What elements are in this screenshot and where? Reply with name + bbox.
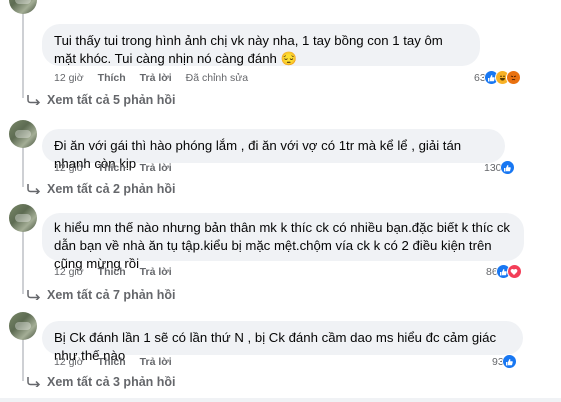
avatar[interactable] bbox=[9, 120, 37, 148]
comment-bubble: k hiểu mn thế nào nhưng bản thân mk k th… bbox=[42, 213, 524, 271]
view-replies-label: Xem tất cả 3 phản hồi bbox=[47, 375, 176, 389]
view-replies-label: Xem tất cả 5 phản hồi bbox=[47, 93, 176, 107]
thread-line bbox=[22, 0, 24, 98]
avatar[interactable] bbox=[9, 0, 37, 14]
reply-button[interactable]: Trả lời bbox=[140, 72, 172, 84]
like-button[interactable]: Thích bbox=[98, 72, 126, 84]
thread-line bbox=[22, 336, 24, 381]
view-replies-link[interactable]: Xem tất cả 3 phản hồi bbox=[27, 375, 176, 389]
comment-actions: 12 giờ Thích Trả lời bbox=[54, 356, 172, 368]
reaction-count: 130 bbox=[484, 161, 502, 174]
thread-line bbox=[22, 145, 24, 187]
comment-bubble: Tui thấy tui trong hình ảnh chị vk này n… bbox=[42, 24, 480, 66]
comment-timestamp[interactable]: 12 giờ bbox=[54, 162, 84, 174]
reaction-summary[interactable]: 130 bbox=[484, 160, 515, 175]
view-replies-link[interactable]: Xem tất cả 2 phản hồi bbox=[27, 182, 176, 196]
reply-arrow-icon bbox=[27, 290, 41, 300]
comment-bubble: Bị Ck đánh lần 1 sẽ có lần thứ N , bị Ck… bbox=[42, 321, 523, 363]
avatar[interactable] bbox=[9, 204, 37, 232]
like-icon bbox=[499, 160, 515, 175]
view-replies-link[interactable]: Xem tất cả 5 phản hồi bbox=[27, 93, 176, 107]
angry-icon bbox=[505, 70, 521, 85]
comment-bubble: Đi ăn với gái thì hào phóng lắm , đi ăn … bbox=[42, 129, 505, 171]
thread-line bbox=[22, 228, 24, 294]
comment-timestamp[interactable]: 12 giờ bbox=[54, 266, 84, 278]
comment-actions: 12 giờ Thích Trả lời bbox=[54, 266, 172, 278]
edited-label: Đã chỉnh sửa bbox=[185, 72, 249, 84]
comment-text: k hiểu mn thế nào nhưng bản thân mk k th… bbox=[54, 220, 511, 271]
reply-arrow-icon bbox=[27, 95, 41, 105]
reply-button[interactable]: Trả lời bbox=[140, 356, 172, 368]
like-button[interactable]: Thích bbox=[98, 266, 126, 278]
reply-button[interactable]: Trả lời bbox=[140, 266, 172, 278]
comment-actions: 12 giờ Thích Trả lời bbox=[54, 162, 172, 174]
comment-text: Tui thấy tui trong hình ảnh chị vk này n… bbox=[54, 33, 443, 66]
view-replies-label: Xem tất cả 7 phản hồi bbox=[47, 288, 176, 302]
comment-actions: 12 giờ Thích Trả lời Đã chỉnh sửa bbox=[54, 72, 248, 84]
reaction-summary[interactable]: 93 bbox=[492, 354, 517, 369]
reaction-summary[interactable]: 86 bbox=[486, 264, 522, 279]
view-replies-link[interactable]: Xem tất cả 7 phản hồi bbox=[27, 288, 176, 302]
reply-arrow-icon bbox=[27, 184, 41, 194]
like-button[interactable]: Thích bbox=[98, 162, 126, 174]
reply-arrow-icon bbox=[27, 377, 41, 387]
reply-button[interactable]: Trả lời bbox=[140, 162, 172, 174]
avatar[interactable] bbox=[9, 312, 37, 340]
next-comment-edge bbox=[0, 398, 561, 402]
like-button[interactable]: Thích bbox=[98, 356, 126, 368]
comment-timestamp[interactable]: 12 giờ bbox=[54, 356, 84, 368]
like-icon bbox=[501, 354, 517, 369]
view-replies-label: Xem tất cả 2 phản hồi bbox=[47, 182, 176, 196]
love-icon bbox=[506, 264, 522, 279]
comment-timestamp[interactable]: 12 giờ bbox=[54, 72, 84, 84]
reaction-summary[interactable]: 63 bbox=[474, 70, 521, 85]
